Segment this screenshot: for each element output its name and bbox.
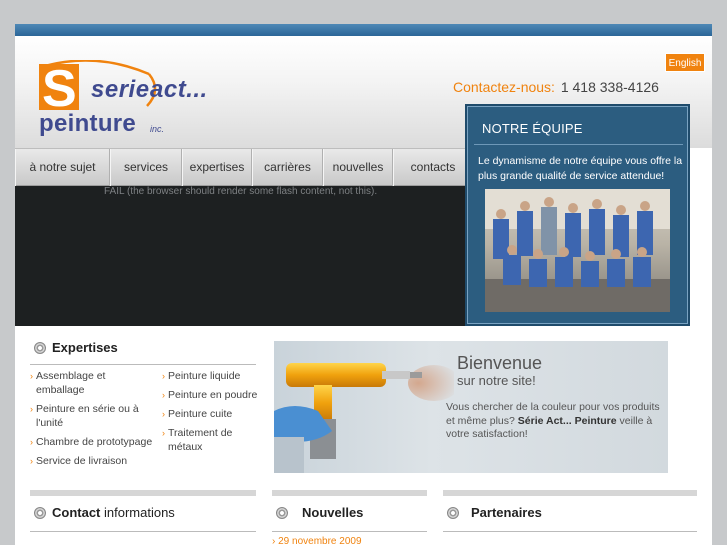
bullet-circle-icon bbox=[276, 507, 288, 519]
expertise-link-assemblage[interactable]: › Assemblage et emballage bbox=[30, 370, 146, 397]
spray-gun-image bbox=[274, 363, 454, 473]
arrow-right-icon: › bbox=[30, 456, 33, 466]
team-text: Le dynamisme de notre équipe vous offre … bbox=[478, 155, 683, 182]
expertise-label: Traitement de métaux bbox=[168, 427, 233, 453]
arrow-right-icon: › bbox=[162, 390, 165, 400]
expertises-heading: Expertises bbox=[30, 339, 256, 365]
logo-peinture: peinture bbox=[39, 110, 137, 137]
partners-section-bar bbox=[443, 490, 697, 496]
news-section-heading: Nouvelles bbox=[272, 504, 427, 532]
nav-item-carrieres[interactable]: carrières bbox=[252, 149, 323, 186]
welcome-subtitle: sur notre site! bbox=[457, 373, 536, 388]
page: S serie act... peinture inc. English Con… bbox=[15, 24, 712, 545]
arrow-right-icon: › bbox=[30, 371, 33, 381]
bullet-circle-icon bbox=[34, 342, 46, 354]
contact-line: Contactez-nous: 1 418 338-4126 bbox=[453, 79, 659, 95]
nav-item-contacts[interactable]: contacts bbox=[393, 149, 473, 186]
expertise-label: Chambre de prototypage bbox=[36, 436, 153, 448]
bullet-circle-icon bbox=[34, 507, 46, 519]
expertise-label: Peinture en série ou à l'unité bbox=[36, 403, 139, 429]
team-photo bbox=[485, 189, 670, 312]
nav-item-nouvelles[interactable]: nouvelles bbox=[323, 149, 393, 186]
logo-serie: serie bbox=[91, 76, 150, 103]
expertise-link-peinture-liquide[interactable]: › Peinture liquide bbox=[162, 370, 263, 384]
logo-act: act... bbox=[150, 76, 208, 103]
nav-item-services[interactable]: services bbox=[110, 149, 182, 186]
expertise-link-prototypage[interactable]: › Chambre de prototypage bbox=[30, 436, 156, 450]
arrow-right-icon: › bbox=[30, 404, 33, 414]
team-divider bbox=[474, 144, 683, 145]
expertise-label: Assemblage et emballage bbox=[36, 370, 106, 396]
contact-phone[interactable]: 1 418 338-4126 bbox=[561, 79, 659, 95]
expertise-label: Peinture cuite bbox=[168, 408, 233, 420]
expertise-label: Service de livraison bbox=[36, 455, 128, 467]
contact-title-bold: Contact bbox=[52, 505, 101, 520]
news-date: 29 novembre 2009 bbox=[278, 536, 362, 545]
expertise-link-peinture-cuite[interactable]: › Peinture cuite bbox=[162, 408, 263, 422]
team-box[interactable]: NOTRE ÉQUIPE Le dynamisme de notre équip… bbox=[467, 106, 688, 324]
welcome-brand: Série Act... Peinture bbox=[517, 414, 617, 427]
bullet-circle-icon bbox=[447, 507, 459, 519]
expertise-label: Peinture en poudre bbox=[168, 389, 258, 401]
flash-fail-message: FAIL (the browser should render some fla… bbox=[104, 186, 378, 197]
english-button[interactable]: English bbox=[665, 53, 705, 72]
expertise-label: Peinture liquide bbox=[168, 370, 241, 382]
top-stripe bbox=[15, 24, 712, 36]
main-nav: à notre sujet services expertises carriè… bbox=[15, 148, 473, 186]
news-date-link[interactable]: › 29 novembre 2009 bbox=[272, 536, 362, 545]
team-photo-image bbox=[485, 189, 670, 312]
news-section-title: Nouvelles bbox=[302, 505, 364, 520]
arrow-right-icon: › bbox=[162, 409, 165, 419]
expertises-title: Expertises bbox=[52, 340, 118, 355]
expertise-link-traitement-metaux[interactable]: › Traitement de métaux bbox=[162, 427, 248, 454]
welcome-banner: Bienvenue sur notre site! Vous chercher … bbox=[274, 341, 668, 473]
partners-section-heading: Partenaires bbox=[443, 504, 697, 532]
team-title: NOTRE ÉQUIPE bbox=[482, 121, 583, 136]
contact-section-heading: Contact informations bbox=[30, 504, 256, 532]
partners-section-title: Partenaires bbox=[471, 505, 542, 520]
contact-section-bar bbox=[30, 490, 256, 496]
expertise-link-peinture-serie[interactable]: › Peinture en série ou à l'unité bbox=[30, 403, 146, 430]
nav-item-expertises[interactable]: expertises bbox=[182, 149, 252, 186]
logo[interactable]: S serie act... peinture inc. bbox=[37, 60, 247, 142]
logo-inc: inc. bbox=[150, 124, 165, 134]
arrow-right-icon: › bbox=[162, 371, 165, 381]
arrow-right-icon: › bbox=[30, 437, 33, 447]
expertise-link-livraison[interactable]: › Service de livraison bbox=[30, 455, 156, 469]
arrow-right-icon: › bbox=[162, 428, 165, 438]
contact-section-title: Contact informations bbox=[52, 505, 175, 520]
nav-item-a-notre-sujet[interactable]: à notre sujet bbox=[15, 149, 110, 186]
contact-title-rest: informations bbox=[100, 505, 175, 520]
welcome-text: Vous chercher de la couleur pour vos pro… bbox=[446, 401, 661, 442]
news-section-bar bbox=[272, 490, 427, 496]
flash-area: FAIL (the browser should render some fla… bbox=[15, 186, 473, 326]
expertise-link-peinture-poudre[interactable]: › Peinture en poudre bbox=[162, 389, 263, 403]
contact-label: Contactez-nous: bbox=[453, 79, 555, 95]
welcome-title: Bienvenue bbox=[457, 353, 543, 373]
